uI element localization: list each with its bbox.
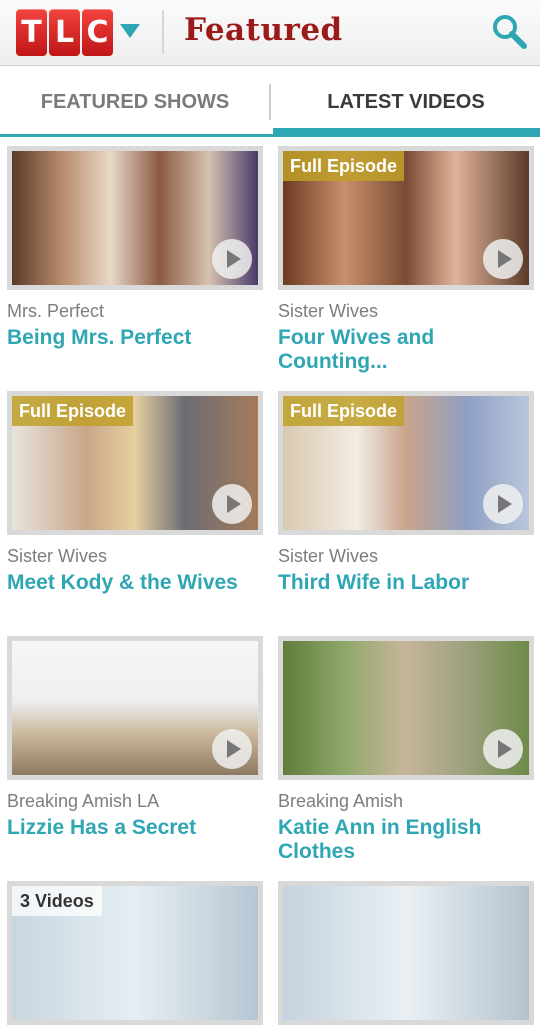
video-title[interactable]: Being Mrs. Perfect bbox=[7, 326, 269, 350]
show-name: Breaking Amish bbox=[278, 791, 404, 811]
show-name: Sister Wives bbox=[278, 546, 379, 566]
video-thumbnail[interactable]: Full Episode bbox=[7, 391, 263, 535]
video-thumbnail[interactable]: Full Episode bbox=[278, 391, 534, 535]
tlc-logo[interactable]: T L C bbox=[16, 9, 113, 56]
logo-letter-c: C bbox=[82, 9, 113, 56]
video-thumbnail[interactable]: Full Episode bbox=[278, 146, 534, 290]
play-icon[interactable] bbox=[212, 729, 252, 769]
logo-letter-t: T bbox=[16, 9, 47, 56]
show-name: Sister Wives bbox=[7, 546, 108, 566]
play-icon[interactable] bbox=[212, 484, 252, 524]
video-thumbnail[interactable] bbox=[7, 636, 263, 780]
video-thumbnail[interactable] bbox=[278, 636, 534, 780]
show-name: Sister Wives bbox=[278, 301, 379, 321]
video-title[interactable]: Four Wives and Counting... bbox=[278, 326, 540, 374]
play-icon[interactable] bbox=[483, 239, 523, 279]
search-icon bbox=[493, 15, 527, 49]
video-thumbnail[interactable] bbox=[278, 881, 534, 1025]
video-title[interactable]: Lizzie Has a Secret bbox=[7, 816, 269, 840]
chevron-down-icon[interactable] bbox=[120, 24, 140, 38]
play-icon[interactable] bbox=[483, 729, 523, 769]
video-title[interactable]: Meet Kody & the Wives bbox=[7, 571, 269, 595]
play-icon[interactable] bbox=[212, 239, 252, 279]
full-episode-badge: Full Episode bbox=[283, 151, 405, 181]
show-name: Mrs. Perfect bbox=[7, 301, 105, 321]
video-thumbnail[interactable]: 3 Videos bbox=[7, 881, 263, 1025]
tab-featured-shows[interactable]: FEATURED SHOWS bbox=[0, 66, 270, 138]
tab-divider bbox=[269, 84, 271, 120]
video-count-badge: 3 Videos bbox=[12, 886, 102, 916]
app-header: T L C Featured bbox=[0, 0, 540, 66]
full-episode-badge: Full Episode bbox=[12, 396, 134, 426]
logo-letter-l: L bbox=[49, 9, 80, 56]
play-icon[interactable] bbox=[483, 484, 523, 524]
tab-active-indicator bbox=[273, 128, 540, 137]
search-button[interactable] bbox=[490, 12, 530, 52]
header-divider bbox=[162, 10, 164, 54]
page-title: Featured bbox=[184, 12, 343, 48]
show-name: Breaking Amish LA bbox=[7, 791, 160, 811]
video-thumbnail[interactable] bbox=[7, 146, 263, 290]
video-title[interactable]: Katie Ann in English Clothes bbox=[278, 816, 540, 864]
video-title[interactable]: Third Wife in Labor bbox=[278, 571, 540, 595]
full-episode-badge: Full Episode bbox=[283, 396, 405, 426]
